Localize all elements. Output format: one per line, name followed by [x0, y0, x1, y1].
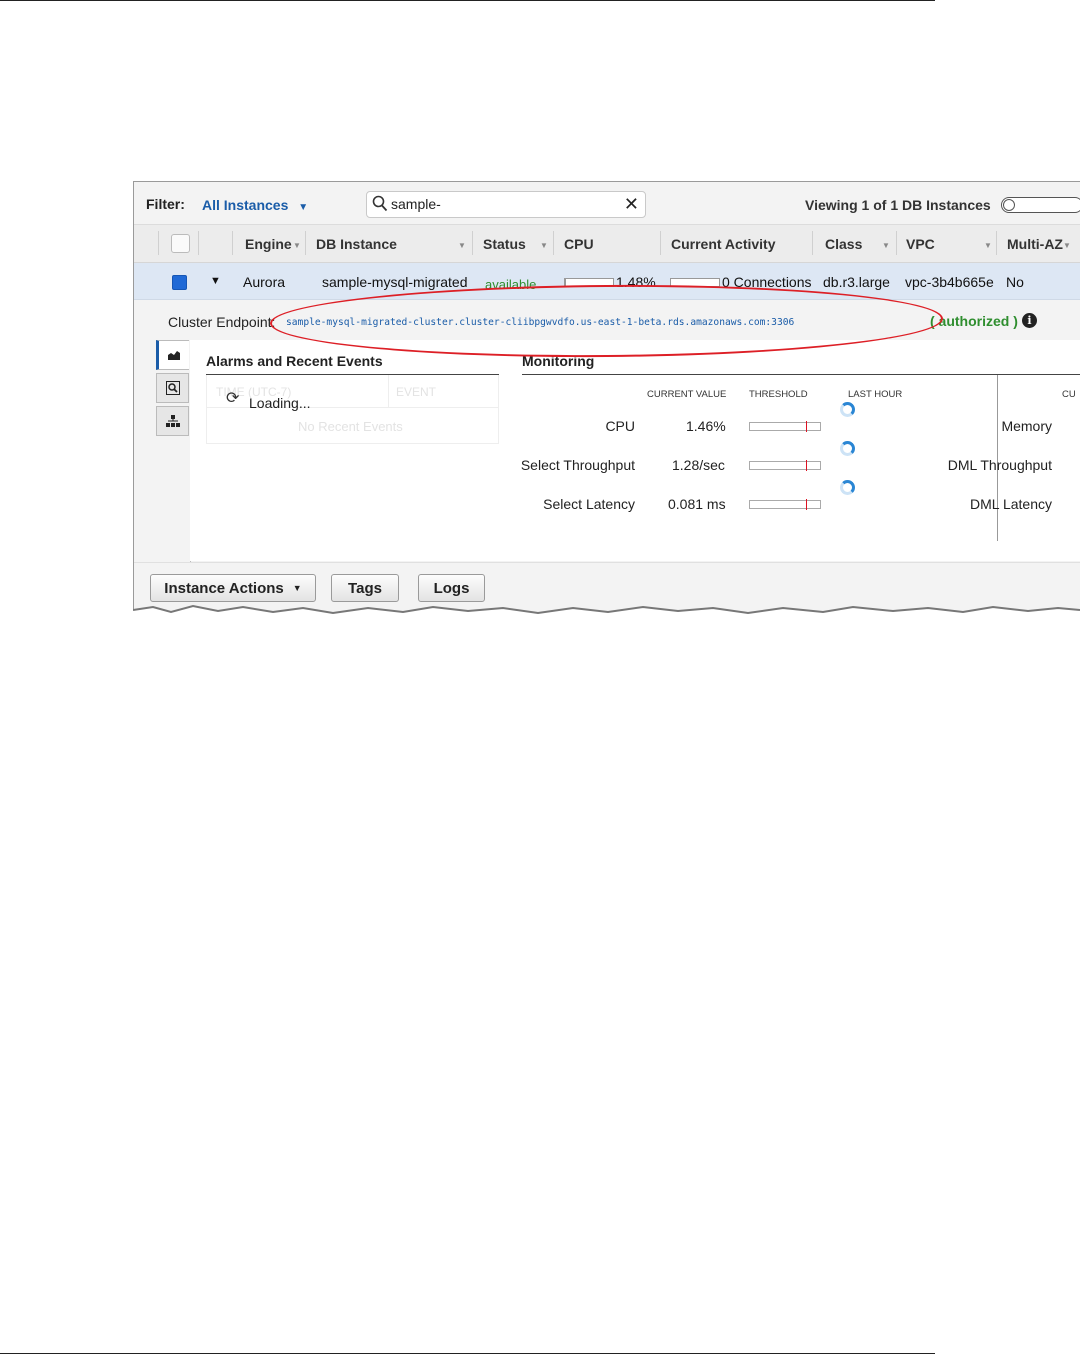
activity-bar	[670, 278, 720, 287]
col-class[interactable]: Class	[825, 236, 862, 252]
table-row[interactable]: ▼ Aurora sample-mysql-migrated available…	[134, 263, 1080, 300]
sort-icon: ▼	[882, 241, 890, 250]
monitoring-title: Monitoring	[522, 353, 595, 369]
sort-icon: ▼	[540, 241, 548, 250]
cluster-endpoint-label: Cluster Endpoint:	[168, 314, 276, 330]
info-icon[interactable]: i	[1022, 313, 1037, 328]
rds-console-screenshot: Filter: All Instances ▼ sample- ✕ Viewin…	[133, 181, 1080, 622]
db-instance-cell[interactable]: sample-mysql-migrated	[322, 274, 467, 290]
multi-az-cell: No	[1006, 274, 1024, 290]
metric-label: Select Throughput	[520, 457, 635, 473]
alarms-title: Alarms and Recent Events	[206, 353, 383, 369]
metric-value: 1.28/sec	[672, 457, 725, 473]
torn-edge	[133, 604, 1080, 638]
tab-monitoring[interactable]	[156, 340, 189, 370]
loading-spinner-icon	[840, 480, 855, 495]
metric-label: CPU	[605, 418, 635, 434]
select-all-checkbox[interactable]	[171, 234, 190, 253]
activity-cell[interactable]: 0 Connections	[722, 274, 812, 290]
filter-bar: Filter: All Instances ▼ sample- ✕ Viewin…	[134, 182, 1080, 225]
loading-spinner-icon	[840, 441, 855, 456]
viewing-count: Viewing 1 of 1 DB Instances	[805, 197, 991, 213]
threshold-bar	[749, 499, 821, 510]
authorized-status[interactable]: ( authorized )	[930, 313, 1018, 329]
clear-search-icon[interactable]: ✕	[624, 194, 639, 215]
tab-topology[interactable]	[156, 406, 189, 436]
class-cell: db.r3.large	[823, 274, 890, 290]
toggle-knob	[1003, 199, 1015, 211]
status-badge: available	[485, 277, 537, 292]
metric-value: 0.081 ms	[668, 496, 726, 512]
col-cpu[interactable]: CPU	[564, 236, 594, 252]
cluster-endpoint-link[interactable]: sample-mysql-migrated-cluster.cluster-cl…	[286, 317, 794, 328]
col-threshold: THRESHOLD	[749, 389, 808, 400]
expand-caret-icon[interactable]: ▼	[210, 275, 221, 287]
col-last-hour: LAST HOUR	[848, 389, 903, 400]
threshold-bar	[749, 421, 821, 432]
cpu-bar	[564, 278, 614, 287]
filter-label: Filter:	[146, 196, 185, 212]
vpc-cell[interactable]: vpc-3b4b665e	[905, 274, 994, 290]
col-current-value-right: CU	[1062, 389, 1076, 400]
search-input[interactable]: sample- ✕	[366, 191, 646, 218]
col-multi-az[interactable]: Multi-AZ	[1007, 236, 1063, 252]
metric-value: 1.46%	[686, 418, 726, 434]
sort-icon: ▼	[458, 241, 466, 250]
detail-content: Alarms and Recent Events TIME (UTC-7) EV…	[190, 340, 1080, 561]
hierarchy-icon	[165, 415, 180, 427]
col-db-instance[interactable]: DB Instance	[316, 236, 397, 252]
engine-cell: Aurora	[243, 274, 286, 290]
col-current-value: CURRENT VALUE	[647, 389, 727, 400]
col-vpc[interactable]: VPC	[906, 236, 935, 252]
refresh-icon: ⟳	[226, 390, 240, 407]
detail-tabs	[156, 340, 191, 563]
tab-details[interactable]	[156, 373, 189, 403]
instance-filter-value: All Instances	[202, 197, 289, 213]
col-status[interactable]: Status	[483, 236, 526, 252]
table-header: Engine ▼ DB Instance ▼ Status ▼ CPU Curr…	[134, 225, 1080, 263]
loading-text: Loading...	[249, 395, 311, 411]
col-current-activity[interactable]: Current Activity	[671, 236, 776, 252]
sort-icon: ▼	[984, 241, 992, 250]
search-value: sample-	[391, 196, 441, 212]
metric-label-right: DML Latency	[970, 496, 1052, 512]
sort-icon: ▼	[293, 241, 301, 250]
top-rule	[0, 0, 935, 1]
instance-detail-panel: Cluster Endpoint: sample-mysql-migrated-…	[134, 300, 1080, 622]
chart-icon	[168, 351, 180, 360]
threshold-bar	[749, 460, 821, 471]
cpu-bar-fill	[565, 279, 566, 286]
view-toggle[interactable]	[1001, 197, 1080, 213]
col-engine[interactable]: Engine	[245, 236, 292, 252]
metric-label: Select Latency	[543, 496, 635, 512]
sort-icon: ▼	[1063, 241, 1071, 250]
ghost-event-header: EVENT	[396, 385, 437, 399]
metric-label-right: Memory	[1001, 418, 1052, 434]
instance-filter-dropdown[interactable]: All Instances ▼	[202, 197, 308, 213]
ghost-empty-state: No Recent Events	[298, 419, 403, 434]
cpu-cell: 1.48%	[616, 274, 656, 290]
magnifier-icon	[165, 381, 180, 395]
chevron-down-icon: ▼	[298, 202, 309, 213]
metric-label-right: DML Throughput	[947, 457, 1052, 473]
loading-spinner-icon	[840, 402, 855, 417]
row-checkbox[interactable]	[172, 275, 187, 290]
chevron-down-icon: ▼	[292, 583, 302, 593]
search-icon	[372, 195, 388, 212]
instance-actions-label: Instance Actions	[164, 579, 284, 597]
